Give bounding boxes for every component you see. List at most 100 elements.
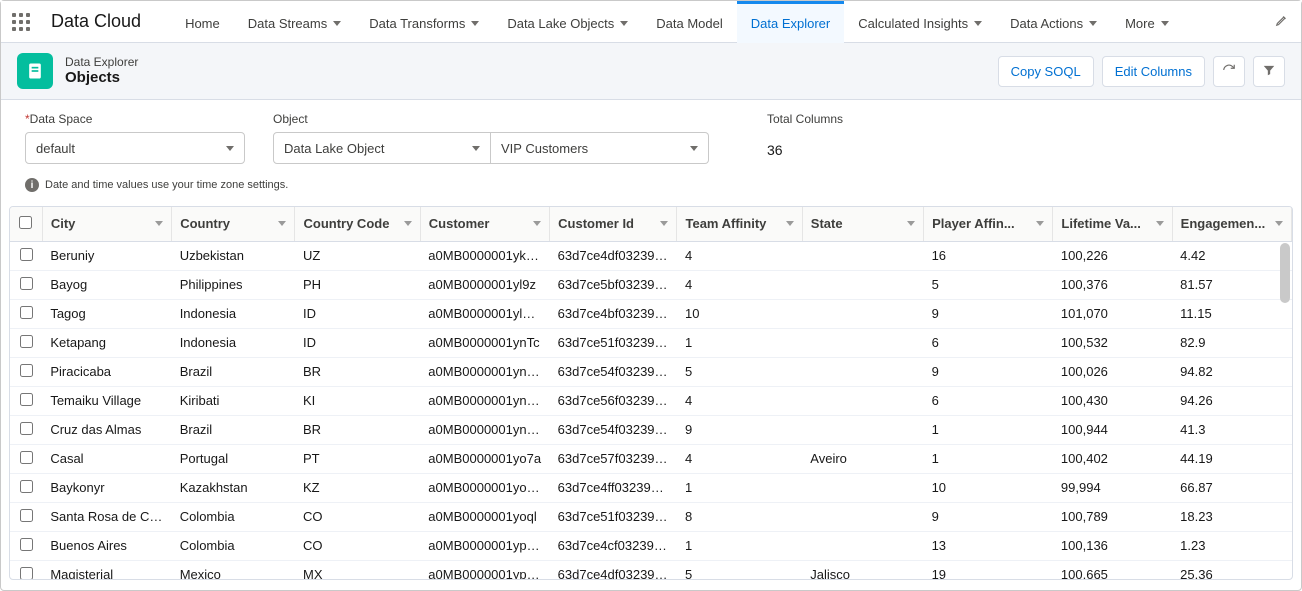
cell-team: 4 [677, 270, 802, 299]
cell-team: 4 [677, 444, 802, 473]
row-select-cell[interactable] [10, 473, 42, 502]
column-header[interactable]: Customer [420, 207, 549, 241]
select-all-checkbox[interactable] [19, 216, 32, 229]
cell-city: Piracicaba [42, 357, 171, 386]
cell-country: Colombia [172, 502, 295, 531]
chevron-down-icon [1036, 221, 1044, 226]
total-columns-value: 36 [767, 142, 843, 158]
row-select-cell[interactable] [10, 415, 42, 444]
nav-tab-data-model[interactable]: Data Model [642, 1, 736, 42]
row-select-cell[interactable] [10, 386, 42, 415]
cell-ltv: 100,376 [1053, 270, 1172, 299]
cell-cust: a0MB0000001yoql [420, 502, 549, 531]
cell-ltv: 100,226 [1053, 241, 1172, 270]
select-all-header[interactable] [10, 207, 42, 241]
copy-soql-button[interactable]: Copy SOQL [998, 56, 1094, 87]
row-checkbox[interactable] [20, 306, 33, 319]
edit-columns-button[interactable]: Edit Columns [1102, 56, 1205, 87]
cell-city: Cruz das Almas [42, 415, 171, 444]
table-row: Santa Rosa de CabalColombiaCOa0MB0000001… [10, 502, 1292, 531]
row-select-cell[interactable] [10, 531, 42, 560]
row-select-cell[interactable] [10, 444, 42, 473]
row-checkbox[interactable] [20, 335, 33, 348]
row-select-cell[interactable] [10, 328, 42, 357]
table-row: TagogIndonesiaIDa0MB0000001yldW63d7ce4bf… [10, 299, 1292, 328]
info-icon: i [25, 178, 39, 192]
object-name-select[interactable]: VIP Customers [491, 132, 709, 164]
cell-cust: a0MB0000001ypM4 [420, 531, 549, 560]
column-header[interactable]: Lifetime Va... [1053, 207, 1172, 241]
row-checkbox[interactable] [20, 393, 33, 406]
row-select-cell[interactable] [10, 502, 42, 531]
cell-cust: a0MB0000001yncC [420, 386, 549, 415]
app-launcher-icon[interactable] [9, 10, 33, 34]
column-header[interactable]: City [42, 207, 171, 241]
cell-team: 4 [677, 241, 802, 270]
column-label: Country [180, 216, 230, 231]
nav-tab-data-explorer[interactable]: Data Explorer [737, 1, 844, 42]
column-header[interactable]: Engagemen... [1172, 207, 1291, 241]
row-checkbox[interactable] [20, 538, 33, 551]
nav-tab-data-lake-objects[interactable]: Data Lake Objects [493, 1, 642, 42]
row-checkbox[interactable] [20, 451, 33, 464]
column-header[interactable]: Customer Id [550, 207, 677, 241]
cell-ltv: 100,789 [1053, 502, 1172, 531]
cell-ltv: 100,026 [1053, 357, 1172, 386]
row-select-cell[interactable] [10, 560, 42, 579]
scrollbar-thumb[interactable] [1280, 243, 1290, 303]
cell-cid: 63d7ce4cf03239a8d4 [550, 531, 677, 560]
nav-tab-more[interactable]: More [1111, 1, 1183, 42]
nav-tab-data-transforms[interactable]: Data Transforms [355, 1, 493, 42]
cell-team: 10 [677, 299, 802, 328]
chevron-down-icon [620, 21, 628, 26]
row-checkbox[interactable] [20, 277, 33, 290]
row-checkbox[interactable] [20, 567, 33, 580]
nav-tab-data-actions[interactable]: Data Actions [996, 1, 1111, 42]
row-select-cell[interactable] [10, 299, 42, 328]
nav-tab-calculated-insights[interactable]: Calculated Insights [844, 1, 996, 42]
nav-tab-label: Data Model [656, 16, 722, 31]
total-columns-field: Total Columns 36 [767, 112, 843, 158]
cell-cust: a0MB0000001ypMx [420, 560, 549, 579]
row-select-cell[interactable] [10, 241, 42, 270]
row-checkbox[interactable] [20, 422, 33, 435]
row-checkbox[interactable] [20, 480, 33, 493]
nav-tab-data-streams[interactable]: Data Streams [234, 1, 355, 42]
cell-country: Kiribati [172, 386, 295, 415]
refresh-button[interactable] [1213, 56, 1245, 87]
cell-country: Uzbekistan [172, 241, 295, 270]
row-checkbox[interactable] [20, 364, 33, 377]
data-table-scroll[interactable]: City Country Country CodeCustomerCustomer … [10, 207, 1292, 579]
cell-cc: ID [295, 328, 420, 357]
cell-cc: KZ [295, 473, 420, 502]
cell-city: Tagog [42, 299, 171, 328]
cell-paf: 9 [924, 299, 1053, 328]
column-header[interactable]: Country [172, 207, 295, 241]
chevron-down-icon [974, 21, 982, 26]
cell-state [802, 270, 923, 299]
column-header[interactable]: Country Code [295, 207, 420, 241]
row-select-cell[interactable] [10, 270, 42, 299]
cell-cid: 63d7ce4df03239a8d4 [550, 560, 677, 579]
data-space-select[interactable]: default [25, 132, 245, 164]
nav-tab-label: Data Explorer [751, 16, 830, 31]
column-header[interactable]: Team Affinity [677, 207, 802, 241]
column-header[interactable]: Player Affin... [924, 207, 1053, 241]
column-header[interactable]: State [802, 207, 923, 241]
nav-tab-label: Data Streams [248, 16, 327, 31]
row-checkbox[interactable] [20, 248, 33, 261]
cell-eng: 94.82 [1172, 357, 1291, 386]
filter-button[interactable] [1253, 56, 1285, 87]
cell-ltv: 101,070 [1053, 299, 1172, 328]
chevron-down-icon [155, 221, 163, 226]
edit-nav-icon[interactable] [1275, 13, 1289, 30]
row-select-cell[interactable] [10, 357, 42, 386]
cell-cc: UZ [295, 241, 420, 270]
cell-eng: 4.42 [1172, 241, 1291, 270]
nav-tab-home[interactable]: Home [171, 1, 234, 42]
row-checkbox[interactable] [20, 509, 33, 522]
cell-cust: a0MB0000001ynTc [420, 328, 549, 357]
cell-eng: 66.87 [1172, 473, 1291, 502]
total-columns-label: Total Columns [767, 112, 843, 126]
object-type-select[interactable]: Data Lake Object [273, 132, 491, 164]
